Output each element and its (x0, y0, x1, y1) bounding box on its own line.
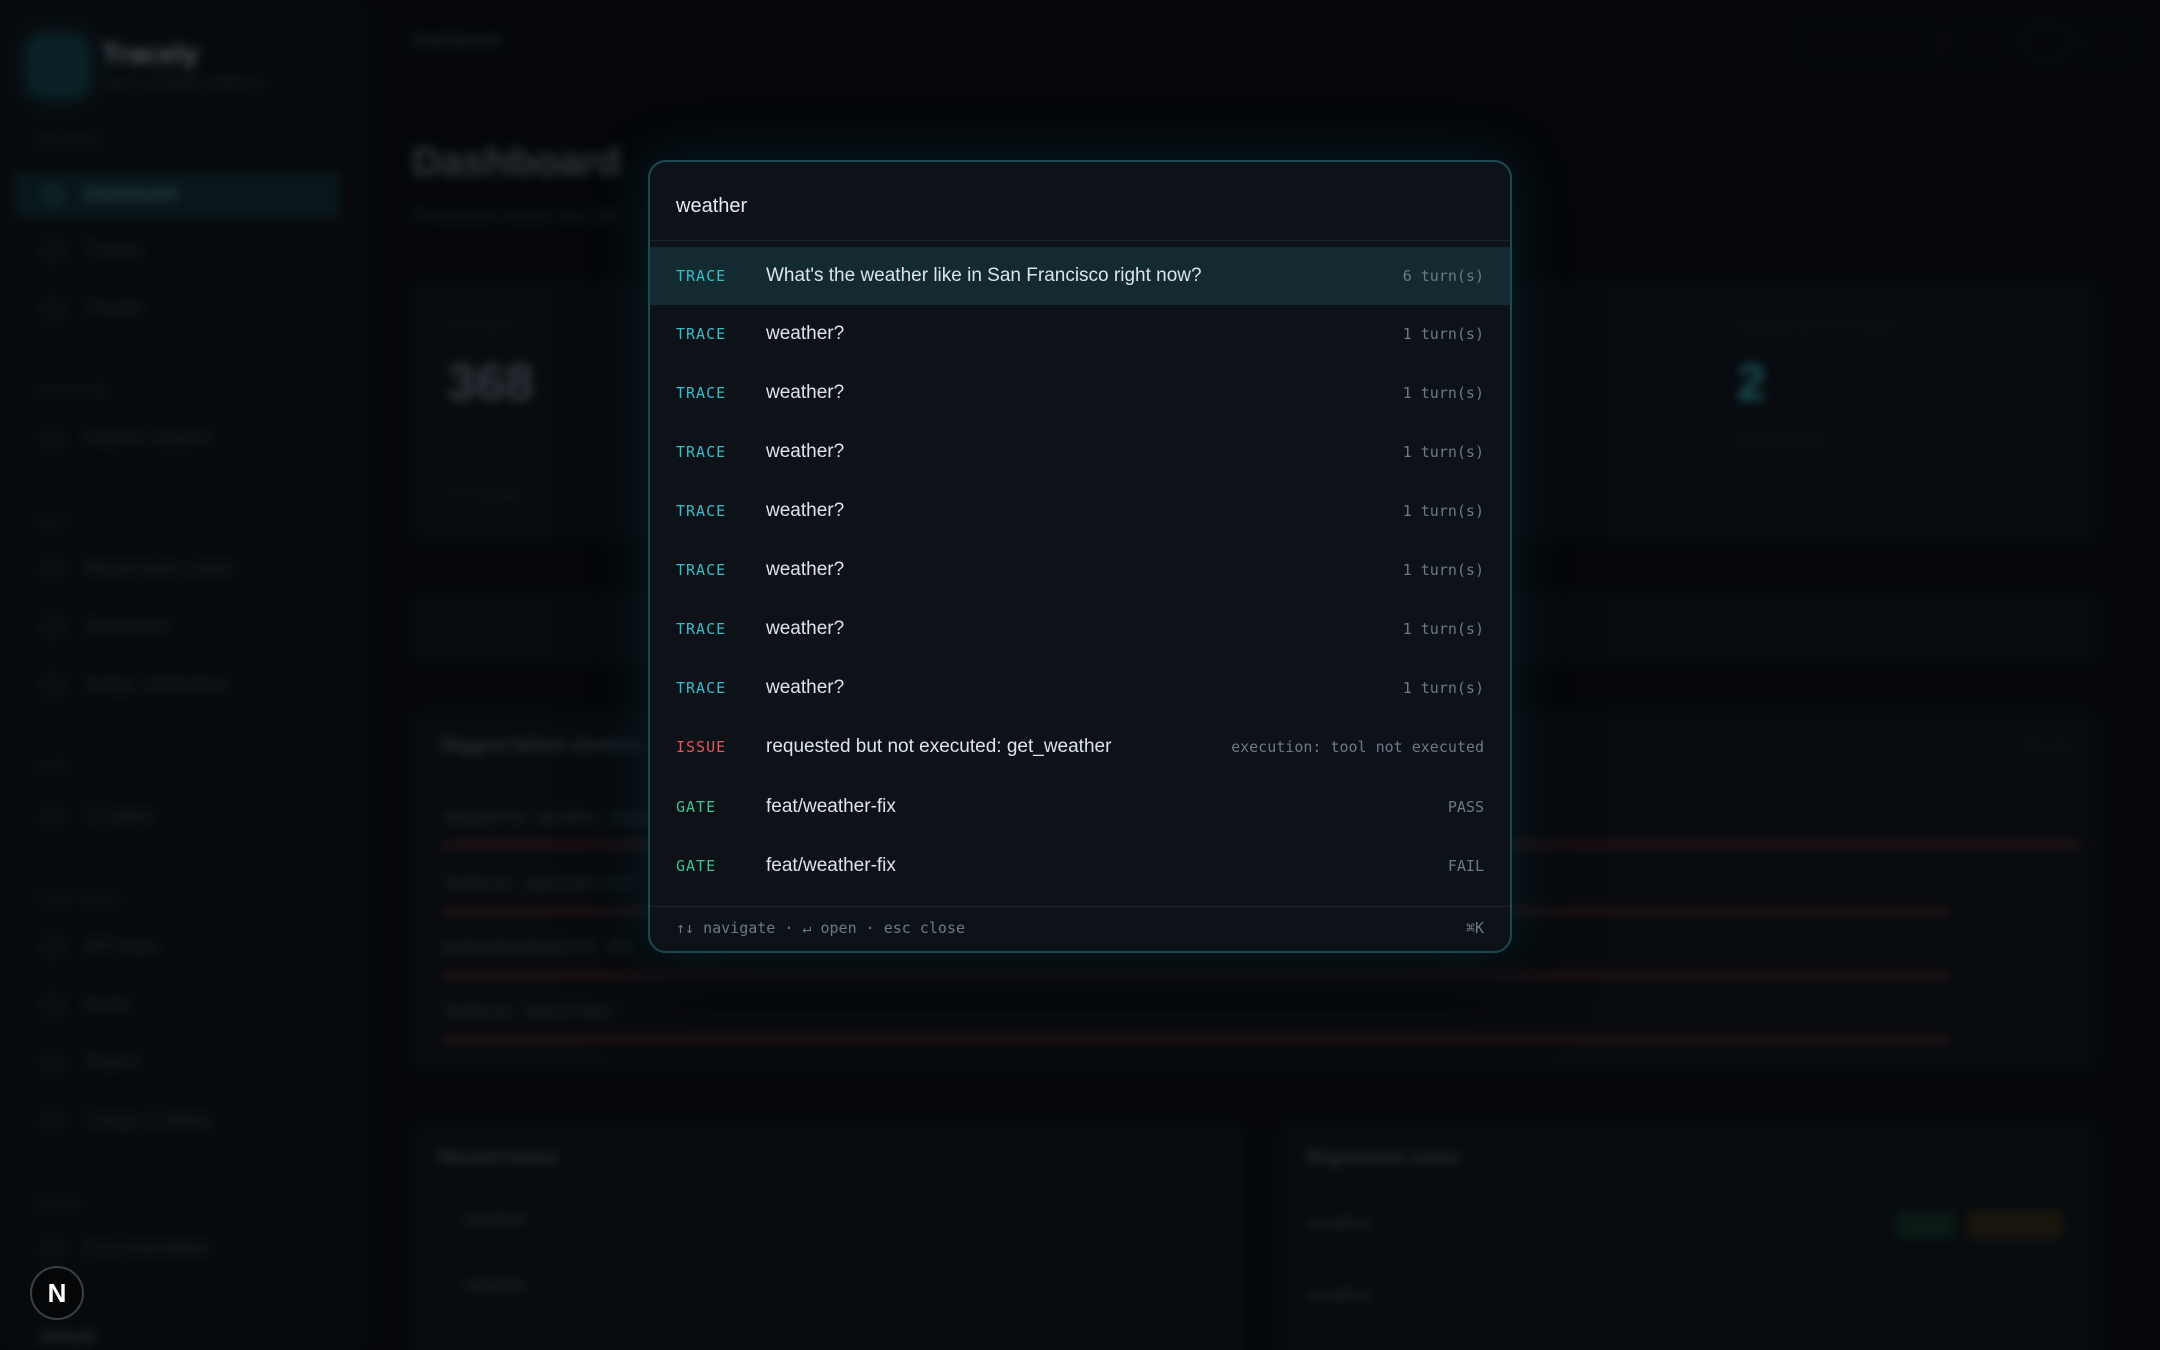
result-type-tag: TRACE (676, 443, 727, 461)
result-title: weather? (766, 441, 845, 462)
command-palette: TRACE What's the weather like in San Fran… (648, 160, 1512, 953)
palette-result-trace[interactable]: TRACE weather? 1 turn(s) (650, 600, 1510, 658)
result-type-tag: TRACE (676, 679, 727, 697)
result-title: weather? (766, 618, 845, 639)
result-meta: 1 turn(s) (1402, 561, 1484, 579)
result-type-tag: TRACE (676, 620, 727, 638)
divider (650, 240, 1510, 241)
palette-result-trace[interactable]: TRACE weather? 1 turn(s) (650, 541, 1510, 599)
result-title: weather? (766, 382, 845, 403)
result-meta: 1 turn(s) (1402, 620, 1484, 638)
palette-result-gate[interactable]: GATE feat/weather-fix PASS (650, 778, 1510, 836)
result-meta: PASS (1447, 798, 1484, 816)
result-title: weather? (766, 677, 845, 698)
result-title: What's the weather like in San Francisco… (766, 265, 1202, 286)
result-type-tag: GATE (676, 798, 717, 816)
palette-result-trace[interactable]: TRACE What's the weather like in San Fran… (650, 247, 1510, 305)
shortcut-hint: ⌘K (1465, 919, 1484, 937)
palette-result-trace[interactable]: TRACE weather? 1 turn(s) (650, 423, 1510, 481)
palette-search-input[interactable] (676, 186, 1476, 226)
next-dev-badge-icon[interactable]: N (30, 1266, 84, 1320)
result-meta: 1 turn(s) (1402, 325, 1484, 343)
palette-result-gate[interactable]: GATE feat/weather-fix FAIL (650, 837, 1510, 895)
result-title: weather? (766, 559, 845, 580)
result-type-tag: TRACE (676, 561, 727, 579)
result-title: requested but not executed: get_weather (766, 736, 1112, 757)
palette-result-trace[interactable]: TRACE weather? 1 turn(s) (650, 659, 1510, 717)
result-title: weather? (766, 323, 845, 344)
result-type-tag: TRACE (676, 502, 727, 520)
result-meta: 6 turn(s) (1402, 267, 1484, 285)
result-meta: 1 turn(s) (1402, 679, 1484, 697)
result-meta: 1 turn(s) (1402, 502, 1484, 520)
result-meta: 1 turn(s) (1402, 443, 1484, 461)
result-title: feat/weather-fix (766, 855, 896, 876)
palette-result-issue[interactable]: ISSUE requested but not executed: get_wea… (650, 718, 1510, 776)
result-type-tag: TRACE (676, 267, 727, 285)
palette-footer: ↑↓ navigate · ↵ open · esc close ⌘K (650, 907, 1510, 951)
result-type-tag: GATE (676, 857, 717, 875)
result-meta: execution: tool not executed (1231, 738, 1484, 756)
result-meta: FAIL (1447, 857, 1484, 875)
palette-result-trace[interactable]: TRACE weather? 1 turn(s) (650, 364, 1510, 422)
palette-result-trace[interactable]: TRACE weather? 1 turn(s) (650, 482, 1510, 540)
result-type-tag: ISSUE (676, 738, 727, 756)
result-meta: 1 turn(s) (1402, 384, 1484, 402)
result-title: weather? (766, 500, 845, 521)
keyboard-hints: ↑↓ navigate · ↵ open · esc close (676, 919, 965, 937)
result-type-tag: TRACE (676, 384, 727, 402)
result-title: feat/weather-fix (766, 796, 896, 817)
result-type-tag: TRACE (676, 325, 727, 343)
palette-result-trace[interactable]: TRACE weather? 1 turn(s) (650, 305, 1510, 363)
